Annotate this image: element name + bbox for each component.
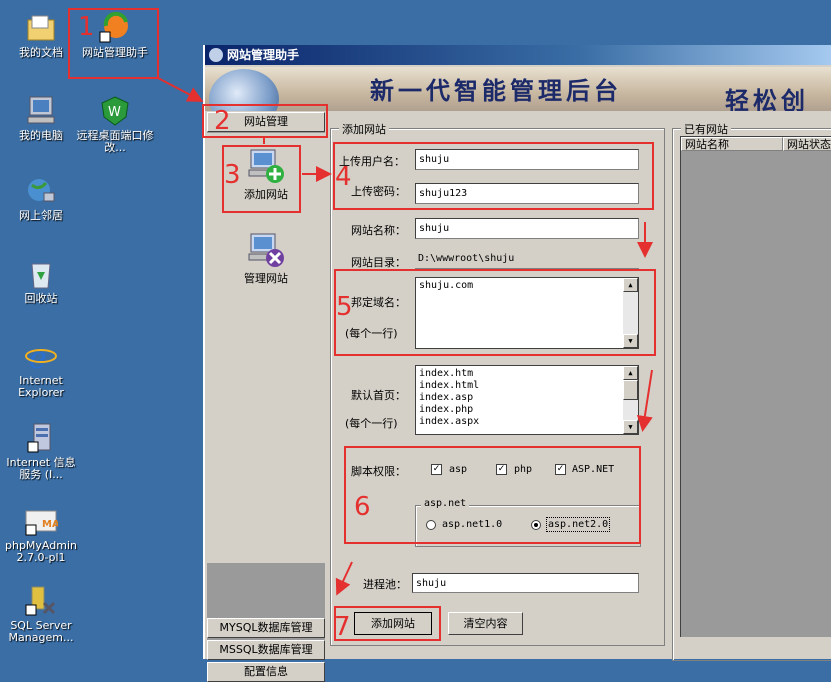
annotation-arrows — [157, 77, 653, 596]
nav-config-button[interactable]: 配置信息 — [207, 662, 325, 682]
